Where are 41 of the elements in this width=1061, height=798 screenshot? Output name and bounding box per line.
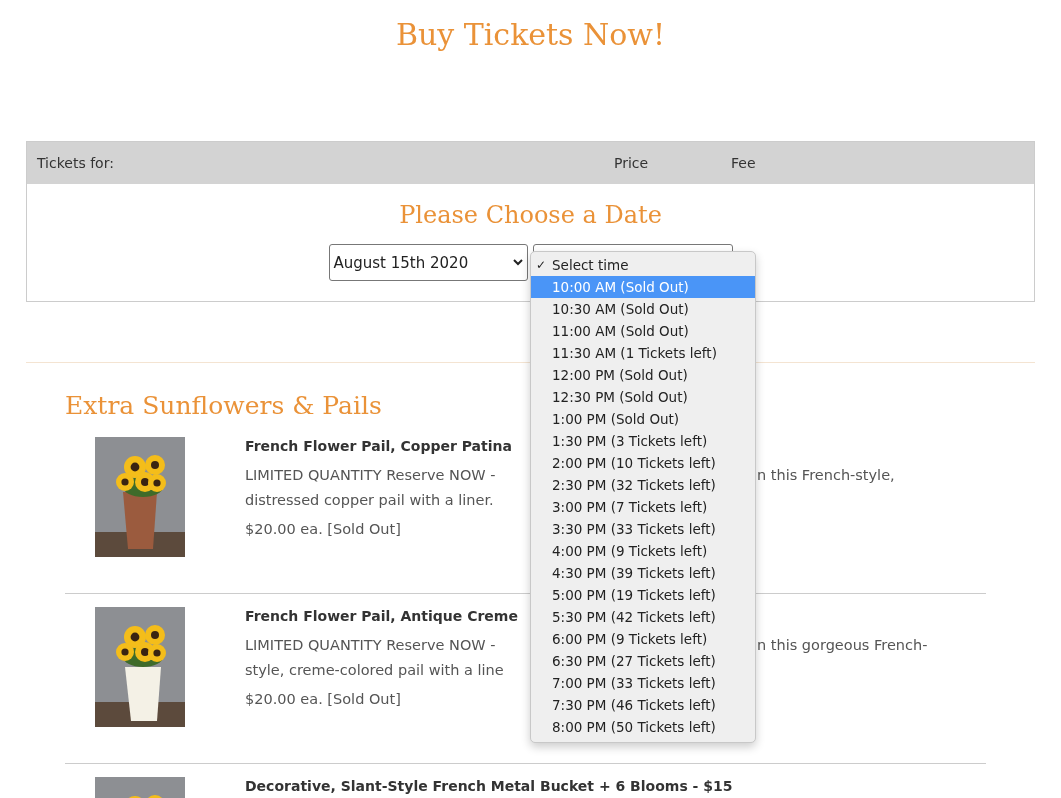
time-option[interactable]: 5:30 PM (42 Tickets left)	[531, 606, 755, 628]
date-select[interactable]: August 15th 2020	[328, 244, 528, 281]
product-description: LIMITED QUANTITY Reserve NOW -	[245, 466, 496, 485]
product-name: French Flower Pail, Antique Creme	[245, 607, 518, 625]
product-name: Decorative, Slant-Style French Metal Bucket + 6 Blooms - $15	[245, 777, 733, 795]
time-option[interactable]: ✓ Select time	[531, 254, 755, 276]
time-option[interactable]: 6:00 PM (9 Tickets left)	[531, 628, 755, 650]
time-option[interactable]: 6:30 PM (27 Tickets left)	[531, 650, 755, 672]
product-price: $20.00 ea. [Sold Out]	[245, 520, 402, 539]
time-option[interactable]: 12:00 PM (Sold Out)	[531, 364, 755, 386]
time-option[interactable]: 7:30 PM (46 Tickets left)	[531, 694, 755, 716]
product-description: distressed copper pail with a liner.	[245, 491, 495, 510]
product-description: n this French-style,	[757, 466, 895, 485]
product-name: French Flower Pail, Copper Patina	[245, 437, 512, 455]
time-option[interactable]: 3:00 PM (7 Tickets left)	[531, 496, 755, 518]
choose-date-heading: Please Choose a Date	[399, 200, 662, 231]
time-option[interactable]: 11:00 AM (Sold Out)	[531, 320, 755, 342]
column-header: Fee	[731, 155, 757, 171]
time-option[interactable]: 3:30 PM (33 Tickets left)	[531, 518, 755, 540]
time-option[interactable]: 7:00 PM (33 Tickets left)	[531, 672, 755, 694]
product-description: LIMITED QUANTITY Reserve NOW -	[245, 636, 496, 655]
check-icon: ✓	[536, 258, 547, 272]
time-option[interactable]: 4:30 PM (39 Tickets left)	[531, 562, 755, 584]
section-title: Extra Sunflowers & Pails	[65, 390, 382, 422]
chevron-icon	[512, 259, 523, 266]
column-header: Tickets for:	[36, 155, 115, 171]
time-option[interactable]: 10:30 AM (Sold Out)	[531, 298, 755, 320]
time-option[interactable]: 5:00 PM (19 Tickets left)	[531, 584, 755, 606]
time-option[interactable]: 11:30 AM (1 Tickets left)	[531, 342, 755, 364]
time-option[interactable]: 2:00 PM (10 Tickets left)	[531, 452, 755, 474]
product-description: n this gorgeous French-	[757, 636, 928, 655]
product-price: $20.00 ea. [Sold Out]	[245, 690, 402, 709]
time-option[interactable]: 8:00 PM (50 Tickets left)	[531, 716, 755, 738]
time-option[interactable]: 1:00 PM (Sold Out)	[531, 408, 755, 430]
time-option[interactable]: 12:30 PM (Sold Out)	[531, 386, 755, 408]
time-option[interactable]: 2:30 PM (32 Tickets left)	[531, 474, 755, 496]
time-option[interactable]: 1:30 PM (3 Tickets left)	[531, 430, 755, 452]
column-header: Price	[614, 155, 650, 171]
time-option[interactable]: 4:00 PM (9 Tickets left)	[531, 540, 755, 562]
page-title: Buy Tickets Now!	[395, 16, 666, 54]
product-description: style, creme-colored pail with a line	[245, 661, 505, 680]
